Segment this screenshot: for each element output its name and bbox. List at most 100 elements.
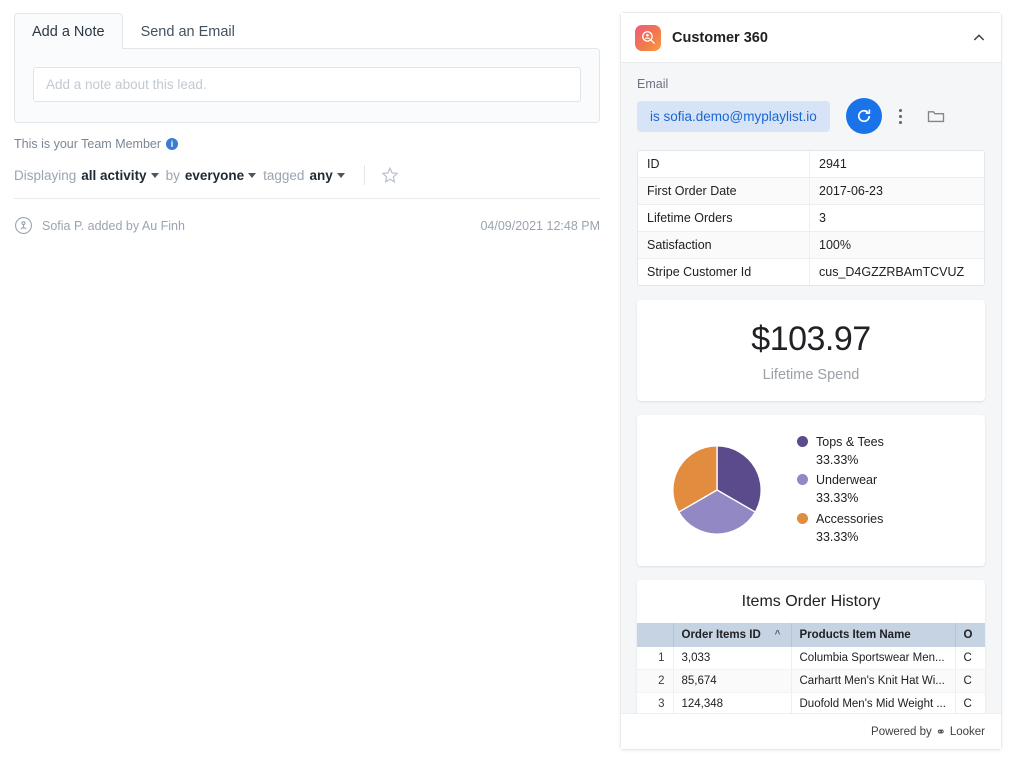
table-row: First Order Date 2017-06-23 — [638, 178, 984, 205]
items-order-history-card: Items Order History Order Items ID ^ Pro… — [637, 579, 985, 713]
legend-color-swatch — [797, 474, 808, 486]
customer-360-panel: Customer 360 Email is sofia.demo@myplayl… — [620, 12, 1002, 750]
activity-filter-bar: Displaying all activity by everyone tagg… — [14, 165, 614, 185]
detail-key: First Order Date — [638, 178, 810, 204]
cell-truncated: C — [955, 692, 985, 713]
chevron-down-icon-activity[interactable] — [150, 172, 159, 178]
detail-key: Lifetime Orders — [638, 205, 810, 231]
cell-product-name: Duofold Men's Mid Weight ... — [791, 692, 956, 713]
team-member-notice: This is your Team Member i — [14, 137, 614, 151]
detail-value: 3 — [819, 211, 826, 225]
filter-tagged-value[interactable]: any — [309, 168, 332, 183]
divider — [363, 165, 365, 185]
chevron-up-icon[interactable] — [971, 30, 987, 46]
legend-item: Underwear 33.33% — [797, 471, 985, 507]
tab-send-an-email[interactable]: Send an Email — [123, 13, 253, 50]
refresh-icon — [857, 109, 870, 123]
powered-by-label: Powered by — [871, 725, 932, 738]
detail-value: 2941 — [819, 157, 847, 171]
panel-header: Customer 360 — [621, 13, 1001, 63]
email-field-label: Email — [637, 77, 669, 91]
table-row: Satisfaction 100% — [638, 232, 984, 259]
row-number: 2 — [637, 669, 674, 693]
legend-text-1: Underwear 33.33% — [816, 473, 878, 506]
table-row: 1 3,033 Columbia Sportswear Men... C — [637, 646, 985, 670]
cell-truncated: C — [955, 646, 985, 670]
legend-item: Accessories 33.33% — [797, 510, 985, 546]
divider — [14, 198, 600, 199]
panel-body: Email is sofia.demo@myplaylist.io ID 294… — [621, 63, 1001, 713]
legend-text-0: Tops & Tees 33.33% — [816, 435, 884, 468]
cell-product-name: Carhartt Men's Knit Hat Wi... — [791, 669, 956, 693]
dot — [899, 114, 903, 118]
panel-footer: Powered by ⚭ Looker — [621, 713, 1001, 749]
note-input[interactable] — [33, 67, 581, 102]
star-icon[interactable] — [381, 166, 399, 184]
dot — [899, 120, 903, 124]
filter-by-label: by — [165, 167, 180, 183]
cell-order-items-id: 124,348 — [673, 692, 792, 713]
detail-value: 100% — [819, 238, 851, 252]
chevron-down-icon-by[interactable] — [248, 172, 257, 178]
looker-logo-icon: ⚭ — [935, 724, 946, 739]
table-row: 2 85,674 Carhartt Men's Knit Hat Wi... C — [637, 669, 985, 693]
category-pie-chart-card: Tops & Tees 33.33% Underwear 33.33% Acce… — [637, 415, 985, 566]
looker-brand-label: Looker — [949, 725, 985, 738]
cell-product-name: Columbia Sportswear Men... — [791, 646, 956, 670]
items-order-history-title: Items Order History — [741, 592, 881, 610]
tab-add-a-note[interactable]: Add a Note — [14, 12, 123, 49]
column-header-products-item-name[interactable]: Products Item Name — [791, 622, 956, 647]
cell-order-items-id: 85,674 — [673, 669, 792, 693]
filter-activity-value[interactable]: all activity — [81, 168, 146, 183]
row-number-header — [637, 622, 674, 647]
page-title: Customer 360 — [672, 29, 768, 46]
team-member-label: This is your Team Member — [14, 137, 162, 151]
more-options-button[interactable] — [890, 103, 912, 129]
activity-timestamp: 04/09/2021 12:48 PM — [480, 218, 600, 233]
legend-item: Tops & Tees 33.33% — [797, 433, 985, 469]
email-chip[interactable]: is sofia.demo@myplaylist.io — [637, 100, 830, 132]
filter-by-value[interactable]: everyone — [185, 168, 244, 183]
tab-bar: Add a Note Send an Email — [0, 0, 614, 50]
legend-color-swatch — [797, 436, 808, 447]
row-number: 1 — [637, 646, 674, 670]
table-row: ID 2941 — [638, 151, 984, 178]
detail-key: Satisfaction — [638, 232, 810, 258]
lifetime-spend-value: $103.97 — [751, 320, 871, 358]
column-header-order-items-id[interactable]: Order Items ID ^ — [673, 622, 792, 647]
left-pane: Add a Note Send an Email This is your Te… — [0, 0, 614, 768]
filter-prefix-label: Displaying — [14, 167, 77, 183]
customer-search-icon — [635, 24, 661, 51]
folder-icon[interactable] — [926, 106, 946, 126]
info-icon[interactable]: i — [166, 138, 179, 150]
detail-value: cus_D4GZZRBAmTCVUZ — [819, 265, 965, 279]
table-header-row: Order Items ID ^ Products Item Name O — [637, 622, 985, 647]
table-row: Stripe Customer Id cus_D4GZZRBAmTCVUZ — [638, 259, 984, 285]
detail-key: Stripe Customer Id — [638, 259, 810, 285]
table-row: Lifetime Orders 3 — [638, 205, 984, 232]
dot — [899, 108, 903, 112]
legend-text-2: Accessories 33.33% — [816, 511, 884, 544]
pie-chart — [637, 442, 797, 538]
legend-color-swatch — [797, 512, 808, 524]
list-item: Sofia P. added by Au Finh 04/09/2021 12:… — [14, 216, 600, 235]
table-row: 3 124,348 Duofold Men's Mid Weight ... C — [637, 692, 985, 713]
sort-ascending-icon[interactable]: ^ — [775, 629, 781, 640]
filter-tagged-label: tagged — [263, 167, 305, 183]
lifetime-spend-card: $103.97 Lifetime Spend — [637, 300, 985, 401]
detail-key: ID — [638, 151, 810, 177]
note-composer — [14, 48, 600, 123]
email-row: is sofia.demo@myplaylist.io — [637, 98, 985, 134]
cell-order-items-id: 3,033 — [673, 646, 792, 670]
app-screen: Add a Note Send an Email This is your Te… — [0, 0, 1024, 768]
detail-value: 2017-06-23 — [819, 184, 883, 198]
items-order-history-table: Order Items ID ^ Products Item Name O 1 … — [637, 622, 985, 713]
cell-truncated: C — [955, 669, 985, 693]
pie-chart-svg — [672, 445, 762, 536]
refresh-button[interactable] — [845, 98, 882, 134]
lifetime-spend-label: Lifetime Spend — [762, 367, 860, 383]
column-header-truncated[interactable]: O — [955, 622, 985, 647]
user-badge-icon — [15, 217, 32, 234]
customer-details-table: ID 2941 First Order Date 2017-06-23 Life… — [637, 150, 985, 286]
chevron-down-icon-tagged[interactable] — [336, 172, 345, 178]
